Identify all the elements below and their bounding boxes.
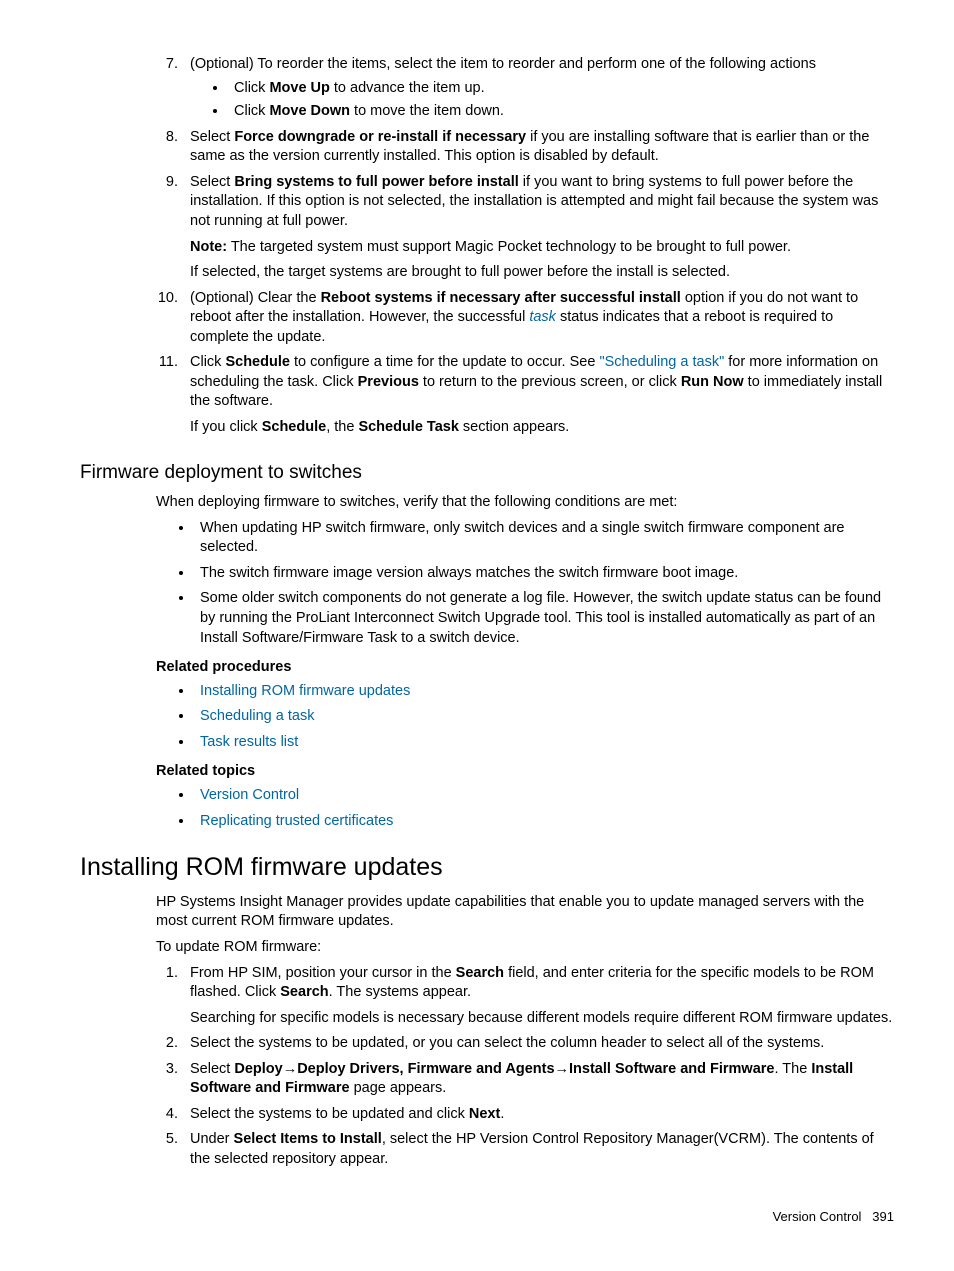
page-number: 391 xyxy=(872,1209,894,1224)
related-procedures-heading: Related procedures xyxy=(80,658,894,678)
menu-path: Install Software and Firmware xyxy=(569,1061,774,1077)
condition-list: When updating HP switch firmware, only s… xyxy=(156,519,894,648)
ui-label: Schedule xyxy=(225,354,289,370)
bullet-item: Click Move Down to move the item down. xyxy=(228,102,894,122)
link-scheduling[interactable]: "Scheduling a task" xyxy=(599,354,724,370)
related-topics-heading: Related topics xyxy=(80,762,894,782)
link-replicating-certs[interactable]: Replicating trusted certificates xyxy=(200,813,393,829)
arrow-icon: → xyxy=(283,1061,298,1077)
rom-lead: To update ROM firmware: xyxy=(80,938,894,958)
menu-path: Deploy Drivers, Firmware and Agents xyxy=(297,1061,554,1077)
link-task-results[interactable]: Task results list xyxy=(200,734,298,750)
footer-section: Version Control xyxy=(773,1209,862,1224)
related-procedures-list: Installing ROM firmware updates Scheduli… xyxy=(156,682,894,753)
list-item: Replicating trusted certificates xyxy=(194,812,894,832)
step-number: 10. xyxy=(148,289,178,309)
intro-text: When deploying firmware to switches, ver… xyxy=(80,493,894,513)
menu-path: Deploy xyxy=(234,1061,282,1077)
arrow-icon: → xyxy=(555,1061,570,1077)
step-11: 11. Click Schedule to configure a time f… xyxy=(80,353,894,437)
link-task[interactable]: task xyxy=(529,309,556,325)
step-number: 1. xyxy=(158,964,178,984)
ui-label: Force downgrade or re-install if necessa… xyxy=(234,129,526,145)
step-10: 10. (Optional) Clear the Reboot systems … xyxy=(80,289,894,348)
ui-label: Next xyxy=(469,1106,500,1122)
ui-label: Search xyxy=(280,984,328,1000)
ui-label: Bring systems to full power before insta… xyxy=(234,174,518,190)
ui-label: Search xyxy=(456,965,504,981)
step-9: 9. Select Bring systems to full power be… xyxy=(80,173,894,283)
step-text: (Optional) To reorder the items, select … xyxy=(190,56,816,72)
ui-label: Run Now xyxy=(681,374,744,390)
page-footer: Version Control 391 xyxy=(80,1208,894,1226)
ui-label: Reboot systems if necessary after succes… xyxy=(321,290,681,306)
ui-label: Previous xyxy=(358,374,419,390)
step-number: 7. xyxy=(148,55,178,75)
heading-firmware-switches: Firmware deployment to switches xyxy=(80,460,894,486)
step-para: If selected, the target systems are brou… xyxy=(190,263,894,283)
step-number: 5. xyxy=(158,1130,178,1150)
step-number: 11. xyxy=(148,353,178,373)
rom-steps: 1. From HP SIM, position your cursor in … xyxy=(80,964,894,1170)
rom-step-4: 4. Select the systems to be updated and … xyxy=(80,1105,894,1125)
bullet-item: When updating HP switch firmware, only s… xyxy=(194,519,894,558)
list-item: Version Control xyxy=(194,786,894,806)
related-topics-list: Version Control Replicating trusted cert… xyxy=(156,786,894,831)
step-number: 9. xyxy=(148,173,178,193)
list-item: Task results list xyxy=(194,733,894,753)
list-item: Installing ROM firmware updates xyxy=(194,682,894,702)
ui-label: Select Items to Install xyxy=(234,1131,382,1147)
step-number: 2. xyxy=(158,1034,178,1054)
link-scheduling-task[interactable]: Scheduling a task xyxy=(200,708,314,724)
note: Note: The targeted system must support M… xyxy=(190,238,894,258)
rom-step-3: 3. Select Deploy→Deploy Drivers, Firmwar… xyxy=(80,1060,894,1099)
rom-step-5: 5. Under Select Items to Install, select… xyxy=(80,1130,894,1169)
step-para: If you click Schedule, the Schedule Task… xyxy=(190,418,894,438)
bullet-item: The switch firmware image version always… xyxy=(194,564,894,584)
rom-intro: HP Systems Insight Manager provides upda… xyxy=(80,893,894,932)
ui-label: Move Up xyxy=(269,80,329,96)
bullet-item: Click Move Up to advance the item up. xyxy=(228,79,894,99)
bullet-item: Some older switch components do not gene… xyxy=(194,589,894,648)
list-item: Scheduling a task xyxy=(194,707,894,727)
ui-label: Move Down xyxy=(269,103,350,119)
step-number: 4. xyxy=(158,1105,178,1125)
rom-step-1: 1. From HP SIM, position your cursor in … xyxy=(80,964,894,1029)
sub-bullets: Click Move Up to advance the item up. Cl… xyxy=(190,79,894,122)
step-number: 8. xyxy=(148,128,178,148)
link-installing-rom[interactable]: Installing ROM firmware updates xyxy=(200,683,410,699)
step-7: 7. (Optional) To reorder the items, sele… xyxy=(80,55,894,122)
heading-installing-rom: Installing ROM firmware updates xyxy=(80,851,894,885)
rom-step-2: 2. Select the systems to be updated, or … xyxy=(80,1034,894,1054)
instruction-list: 7. (Optional) To reorder the items, sele… xyxy=(80,55,894,438)
link-version-control[interactable]: Version Control xyxy=(200,787,299,803)
step-para: Searching for specific models is necessa… xyxy=(190,1009,894,1029)
step-number: 3. xyxy=(158,1060,178,1080)
step-8: 8. Select Force downgrade or re-install … xyxy=(80,128,894,167)
